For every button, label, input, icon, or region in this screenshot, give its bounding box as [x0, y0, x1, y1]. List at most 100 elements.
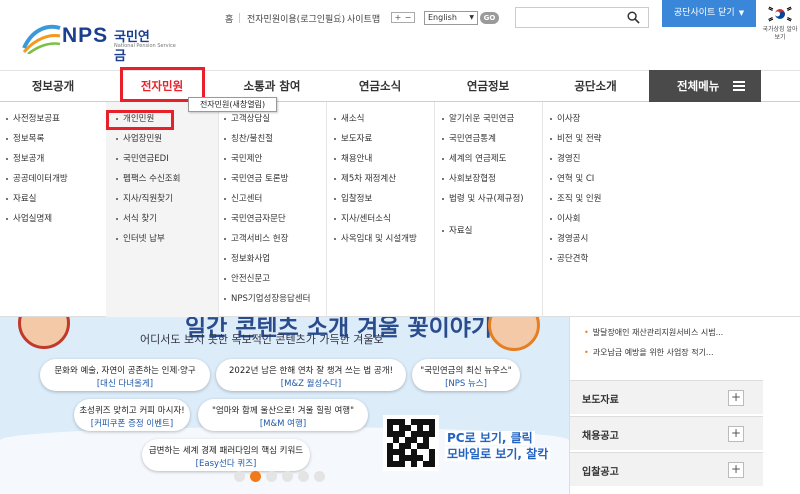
korea-flag-icon[interactable] [766, 4, 794, 24]
menu-item[interactable]: 조직 및 인원 [550, 194, 602, 205]
menu-item[interactable]: 이사장 [550, 114, 580, 125]
divider [239, 13, 240, 23]
person-illustration [18, 317, 70, 349]
menu-column-communication: 고객상담실 칭찬/불친절 국민제안 국민연금 토론방 신고센터 국민연금자문단 … [218, 102, 326, 317]
banner-card[interactable]: "국민연금의 최신 뉴우스" [NPS 뉴스] [412, 359, 520, 391]
flag-label[interactable]: 국가상징 알아보기 [762, 26, 798, 42]
menu-item[interactable]: 정보공개 [6, 154, 44, 165]
hamburger-icon [733, 81, 745, 91]
menu-item[interactable]: 세계의 연금제도 [442, 154, 506, 165]
menu-item[interactable]: 새소식 [334, 114, 364, 125]
slide-dot[interactable] [282, 471, 293, 482]
menu-item[interactable]: 비전 및 전략 [550, 134, 602, 145]
menu-item[interactable]: 입찰정보 [334, 194, 372, 205]
menu-column-e-civil: 개인민원 사업장민원 국민연금EDI 펩팩스 수신조회 지사/직원찾기 서식 찾… [106, 102, 218, 317]
menu-item[interactable]: 국민제안 [224, 154, 262, 165]
menu-item[interactable]: 이사회 [550, 214, 580, 225]
language-select[interactable]: English ▼ [424, 11, 478, 25]
notice-item[interactable]: • 과오납금 예방을 위한 사업장 적기... [584, 347, 714, 358]
menu-item[interactable]: 국민연금 토론방 [224, 174, 288, 185]
nav-pension-news[interactable]: 연금소식 [326, 71, 434, 102]
menu-item[interactable]: 안전신문고 [224, 274, 270, 285]
menu-item[interactable]: 공공데이터개방 [6, 174, 68, 185]
plus-icon[interactable]: + [728, 390, 744, 406]
slide-dot[interactable] [266, 471, 277, 482]
nav-pension-info[interactable]: 연금정보 [434, 71, 542, 102]
page: NPS 국민연금 National Pension Service 홈 전자민원… [0, 0, 800, 494]
menu-item[interactable]: 자료실 [442, 226, 472, 237]
language-selected: English [428, 13, 457, 22]
qr-code [383, 415, 439, 471]
all-menu-label: 전체메뉴 [677, 79, 720, 93]
menu-item[interactable]: 사전정보공표 [6, 114, 60, 125]
chevron-down-icon: ▼ [738, 9, 745, 17]
menu-item[interactable]: 공단견학 [550, 254, 588, 265]
nps-logo[interactable]: NPS 국민연금 National Pension Service [22, 20, 176, 64]
close-site-label: 공단사이트 닫기 [673, 8, 735, 18]
notice-item[interactable]: • 발달장애인 재산관리지원서비스 시범... [584, 327, 723, 338]
go-button[interactable]: GO [480, 12, 499, 24]
qr-code-pattern [387, 419, 435, 467]
nav-about[interactable]: 공단소개 [542, 71, 649, 102]
menu-item[interactable]: 법령 및 사규(제규정) [442, 194, 526, 205]
slide-dot[interactable] [298, 471, 309, 482]
menu-item[interactable]: 사업실명제 [6, 214, 52, 225]
menu-item[interactable]: 서식 찾기 [116, 214, 157, 225]
banner-card[interactable]: "엄마와 함께 울산으로! 겨울 힐링 여행" [M&M 여행] [198, 399, 368, 431]
menu-item[interactable]: 펩팩스 수신조회 [116, 174, 180, 185]
menu-column-about: 이사장 비전 및 전략 경영진 연혁 및 CI 조직 및 인원 이사회 경영공시… [542, 102, 649, 317]
panel-gutter [763, 317, 800, 494]
plus-icon[interactable]: + [728, 462, 744, 478]
menu-item[interactable]: NPS기업성장응답센터 [224, 294, 310, 305]
qr-text-pc: PC로 보기, 클릭 [445, 431, 535, 445]
menu-item[interactable]: 정보화사업 [224, 254, 270, 265]
search-icon[interactable] [627, 11, 640, 24]
mega-menu: 사전정보공표 정보목록 정보공개 공공데이터개방 자료실 사업실명제 개인민원 … [0, 102, 800, 317]
menu-item[interactable]: 사업장민원 [116, 134, 162, 145]
qr-text-mobile: 모바일로 보기, 찰칵 [445, 447, 551, 461]
section-label: 채용공고 [582, 431, 619, 442]
banner-card[interactable]: 초성퀴즈 맞히고 커피 마시자! [커피쿠폰 증정 이벤트] [74, 399, 190, 431]
banner-card[interactable]: 문화와 예술, 자연이 공존하는 인제·양구 [대신 다녀올게] [40, 359, 210, 391]
banner-card[interactable]: 급변하는 세계 경제 패러다임의 핵심 키워드 [Easy선다 퀴즈] [142, 439, 310, 471]
menu-item[interactable]: 인터넷 납부 [116, 234, 165, 245]
nav-info-disclosure[interactable]: 정보공개 [0, 71, 106, 102]
menu-item[interactable]: 지사/직원찾기 [116, 194, 173, 205]
nps-logo-icon [22, 24, 61, 54]
zoom-out-button[interactable]: − [403, 13, 413, 22]
menu-item[interactable]: 경영공시 [550, 234, 588, 245]
slide-dot[interactable] [234, 471, 245, 482]
menu-item[interactable]: 채용안내 [334, 154, 372, 165]
banner-card[interactable]: 2022년 남은 한해 연차 잘 챙겨 쓰는 법 공개! [M&Z 월성수다] [216, 359, 406, 391]
home-link[interactable]: 홈 [225, 12, 233, 26]
menu-item[interactable]: 보도자료 [334, 134, 372, 145]
slide-dot[interactable] [250, 471, 261, 482]
menu-item[interactable]: 사옥임대 및 시설개방 [334, 234, 417, 245]
menu-item[interactable]: 국민연금통계 [442, 134, 496, 145]
menu-item[interactable]: 국민연금자문단 [224, 214, 286, 225]
menu-item[interactable]: 칭찬/불친절 [224, 134, 273, 145]
menu-item[interactable]: 제5차 재정계산 [334, 174, 396, 185]
menu-item[interactable]: 경영진 [550, 154, 580, 165]
menu-item[interactable]: 자료실 [6, 194, 36, 205]
close-site-button[interactable]: 공단사이트 닫기 ▼ [662, 0, 756, 27]
main-banner[interactable]: 일간 콘텐츠 소개 겨울 꽃이야기 어디서도 보지 못한 독보적인 콘텐츠가 가… [0, 317, 569, 494]
logo-subtitle: National Pension Service [114, 43, 176, 49]
menu-item[interactable]: 고객상담실 [224, 114, 270, 125]
chevron-down-icon: ▼ [469, 14, 474, 21]
menu-item[interactable]: 정보목록 [6, 134, 44, 145]
menu-item[interactable]: 연혁 및 CI [550, 174, 594, 185]
menu-item[interactable]: 국민연금EDI [116, 154, 169, 165]
slide-dot[interactable] [314, 471, 325, 482]
menu-item[interactable]: 사회보장협정 [442, 174, 496, 185]
menu-item[interactable]: 지사/센터소식 [334, 214, 391, 225]
plus-icon[interactable]: + [728, 426, 744, 442]
zoom-in-button[interactable]: + [393, 13, 403, 22]
menu-item[interactable]: 알기쉬운 국민연금 [442, 114, 514, 125]
ecivil-link[interactable]: 전자민원이용(로그인필요) [247, 12, 345, 26]
search-input[interactable] [515, 7, 649, 28]
menu-item[interactable]: 고객서비스 헌장 [224, 234, 288, 245]
menu-item[interactable]: 신고센터 [224, 194, 262, 205]
all-menu-button[interactable]: 전체메뉴 [649, 70, 761, 102]
sitemap-link[interactable]: 사이트맵 [347, 12, 380, 26]
